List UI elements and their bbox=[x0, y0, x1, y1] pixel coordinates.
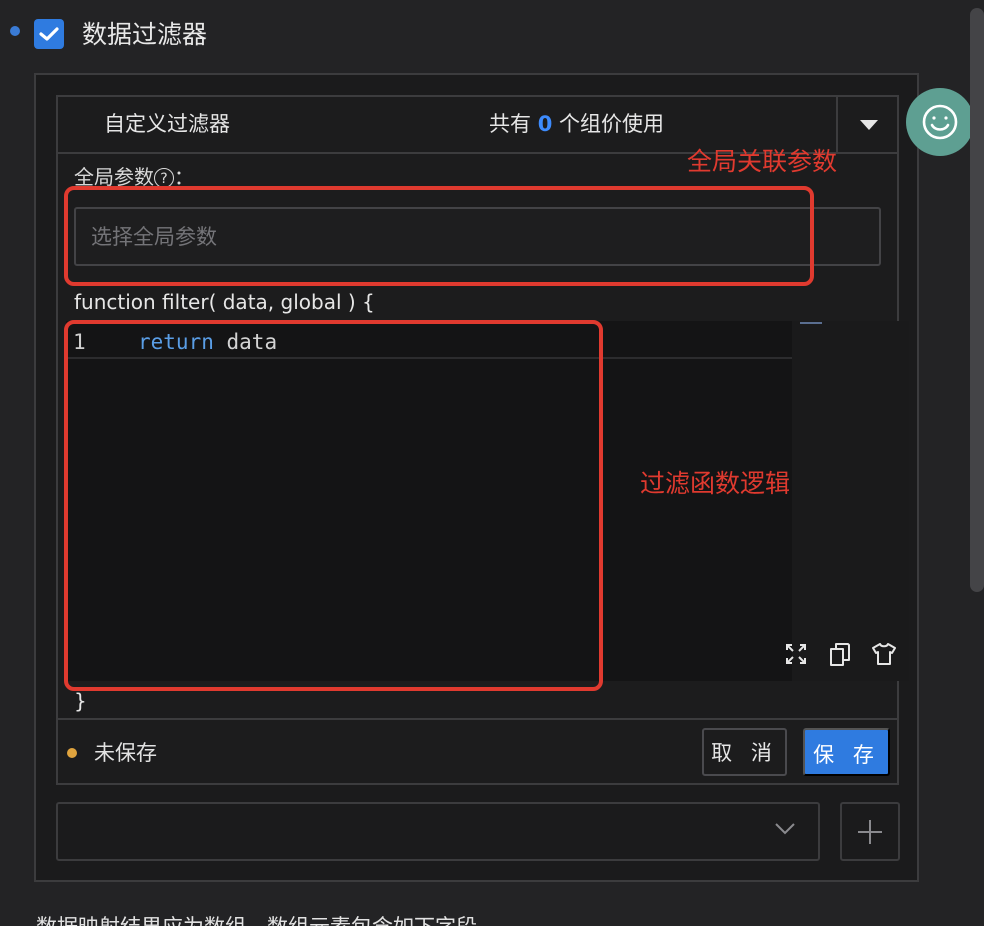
section-title: 数据过滤器 bbox=[82, 20, 208, 49]
scrollbar-thumb[interactable] bbox=[970, 8, 984, 592]
usage-info: 共有 0 个组价使用 bbox=[489, 109, 664, 139]
footer-divider bbox=[58, 718, 897, 720]
shirt-icon bbox=[872, 643, 896, 665]
usage-suffix: 个组价使用 bbox=[559, 112, 664, 136]
filter-select[interactable] bbox=[56, 802, 820, 861]
code-minimap[interactable] bbox=[792, 321, 909, 681]
format-button[interactable] bbox=[869, 639, 899, 669]
copy-button[interactable] bbox=[825, 639, 855, 669]
minimap-line bbox=[800, 322, 822, 324]
add-filter-button[interactable] bbox=[840, 802, 900, 861]
function-signature: function filter( data, global ) { bbox=[74, 290, 375, 314]
save-button[interactable]: 保 存 bbox=[803, 728, 890, 776]
help-icon[interactable]: ? bbox=[154, 168, 174, 188]
mapping-description: 数据映射结果应为数组，数组元素包含如下字段 bbox=[36, 912, 477, 926]
annotation-box-filter-logic bbox=[64, 320, 603, 691]
annotation-label-filter-logic: 过滤函数逻辑 bbox=[640, 469, 791, 498]
unsaved-status-dot bbox=[67, 748, 77, 758]
fullscreen-icon bbox=[786, 644, 806, 664]
section-dot bbox=[10, 26, 20, 36]
page: 数据过滤器 自定义过滤器 共有 0 个组价使用 全局参数?： function … bbox=[0, 0, 984, 926]
fullscreen-button[interactable] bbox=[781, 639, 811, 669]
plus-icon bbox=[858, 819, 882, 844]
smiley-icon bbox=[922, 104, 958, 140]
annotation-label-global-params: 全局关联参数 bbox=[687, 147, 838, 176]
copy-icon bbox=[830, 643, 850, 666]
usage-prefix: 共有 bbox=[489, 112, 531, 136]
check-icon bbox=[39, 27, 59, 41]
filter-dropdown-toggle[interactable] bbox=[836, 97, 899, 152]
annotation-box-global-params bbox=[64, 186, 814, 286]
unsaved-status-text: 未保存 bbox=[94, 741, 157, 765]
feedback-button[interactable] bbox=[906, 88, 974, 156]
filter-enable-checkbox[interactable] bbox=[34, 19, 64, 49]
filter-name: 自定义过滤器 bbox=[104, 112, 230, 136]
cancel-button[interactable]: 取 消 bbox=[702, 728, 787, 776]
usage-count: 0 bbox=[537, 112, 553, 136]
chevron-down-icon bbox=[775, 823, 795, 835]
caret-down-icon bbox=[859, 119, 878, 130]
